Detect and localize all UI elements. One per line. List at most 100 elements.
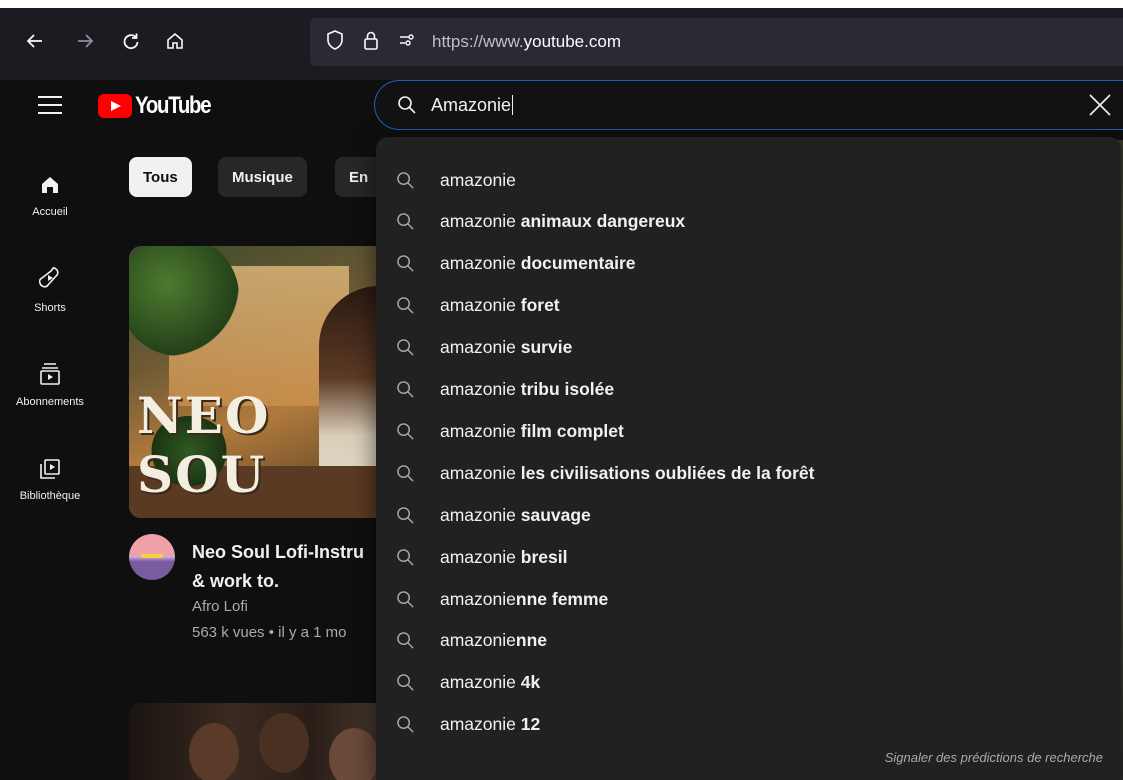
- suggestion-text: amazonie sauvage: [440, 505, 591, 526]
- youtube-logo[interactable]: YouTube: [98, 92, 224, 120]
- search-icon: [397, 171, 414, 189]
- video-thumbnail[interactable]: NEO SOU: [129, 246, 389, 518]
- suggestion-item[interactable]: amazonienne femme: [376, 579, 1121, 619]
- suggestion-text: amazonie: [440, 170, 516, 191]
- chip-all[interactable]: Tous: [129, 157, 192, 197]
- suggestion-item[interactable]: amazonie les civilisations oubliées de l…: [376, 453, 1121, 493]
- sidebar-item-label: Shorts: [34, 302, 66, 314]
- suggestion-text: amazonie documentaire: [440, 253, 636, 274]
- search-icon: [397, 423, 414, 440]
- search-icon: [397, 255, 414, 272]
- reload-button[interactable]: [116, 26, 146, 56]
- home-icon: [167, 32, 183, 49]
- search-icon: [397, 464, 414, 482]
- suggestion-base: amazonie: [440, 462, 521, 483]
- suggestion-text: amazonie 4k: [440, 672, 540, 693]
- suggestion-base: amazonie: [440, 253, 521, 274]
- suggestion-item[interactable]: amazonie animaux dangereux: [376, 202, 1121, 242]
- report-predictions-link[interactable]: Signaler des prédictions de recherche: [885, 750, 1103, 765]
- shorts-icon: [39, 266, 59, 288]
- suggestion-base: amazonie: [440, 211, 521, 232]
- suggestion-base: amazonie: [440, 588, 516, 609]
- forward-button[interactable]: [70, 26, 100, 56]
- chip-music[interactable]: Musique: [218, 157, 307, 197]
- sidebar-item-library[interactable]: Bibliothèque: [0, 458, 100, 502]
- menu-icon[interactable]: [38, 96, 62, 114]
- suggestion-text: amazonie 12: [440, 714, 540, 735]
- search-icon: [397, 506, 414, 524]
- suggestion-item[interactable]: amazonie film complet: [376, 411, 1121, 451]
- suggestion-item[interactable]: amazonie: [376, 160, 1121, 200]
- url-text[interactable]: https://www.youtube.com: [432, 32, 621, 52]
- search-icon: [397, 297, 414, 314]
- search-query[interactable]: Amazonie: [431, 95, 511, 116]
- permissions-icon[interactable]: [396, 31, 418, 54]
- suggestion-base: amazonie: [440, 672, 521, 693]
- suggestion-item[interactable]: amazonie bresil: [376, 537, 1121, 577]
- back-arrow-icon: [26, 34, 42, 48]
- suggestion-base: amazonie: [440, 546, 521, 567]
- video-title-line: Neo Soul Lofi-Instru: [192, 542, 364, 562]
- url-prefix: https://www.: [432, 32, 524, 51]
- search-input[interactable]: Amazonie: [374, 80, 1123, 130]
- suggestion-completion: animaux dangereux: [520, 211, 686, 232]
- search-icon: [397, 674, 414, 691]
- suggestion-base: amazonie: [440, 295, 521, 316]
- suggestion-text: amazonienne: [440, 630, 547, 651]
- suggestion-completion: survie: [520, 337, 573, 358]
- search-icon: [397, 381, 414, 398]
- suggestion-base: amazonie: [440, 337, 521, 358]
- lock-icon[interactable]: [360, 30, 382, 55]
- video-title[interactable]: Neo Soul Lofi-Instru & work to.: [192, 538, 392, 596]
- video-title-line: & work to.: [192, 571, 280, 591]
- suggestion-completion: film complet: [520, 420, 624, 441]
- sidebar-item-subscriptions[interactable]: Abonnements: [0, 362, 100, 408]
- suggestion-item[interactable]: amazonie 12: [376, 705, 1121, 745]
- suggestion-text: amazonie film complet: [440, 421, 624, 442]
- suggestion-item[interactable]: amazonie foret: [376, 286, 1121, 326]
- video-meta: 563 k vues • il y a 1 mo: [192, 624, 347, 641]
- suggestion-text: amazonie animaux dangereux: [440, 211, 685, 232]
- url-bar[interactable]: https://www.youtube.com: [310, 18, 1123, 66]
- suggestion-item[interactable]: amazonie sauvage: [376, 495, 1121, 535]
- shield-icon[interactable]: [324, 29, 346, 55]
- search-icon: [397, 548, 414, 566]
- suggestion-item[interactable]: amazonienne: [376, 621, 1121, 661]
- suggestion-base: amazonie: [440, 714, 521, 735]
- suggestion-text: amazonie les civilisations oubliées de l…: [440, 463, 814, 484]
- sidebar-item-label: Abonnements: [16, 396, 84, 408]
- sidebar-item-label: Bibliothèque: [19, 490, 81, 502]
- window-edge: [0, 0, 1123, 8]
- suggestion-item[interactable]: amazonie 4k: [376, 663, 1121, 703]
- search-icon: [397, 590, 414, 608]
- suggestion-text: amazonie bresil: [440, 547, 567, 568]
- home-button[interactable]: [160, 26, 190, 56]
- suggestion-text: amazonienne femme: [440, 589, 608, 610]
- youtube-play-icon: [98, 94, 132, 118]
- forward-arrow-icon: [78, 34, 94, 48]
- suggestion-completion: sauvage: [520, 504, 591, 525]
- search-icon: [397, 339, 414, 356]
- search-icon: [398, 96, 416, 114]
- reload-icon: [123, 33, 139, 50]
- thumbnail-text: NEO SOU: [137, 386, 271, 504]
- sidebar-item-home[interactable]: Accueil: [0, 174, 100, 218]
- suggestion-text: amazonie tribu isolée: [440, 379, 614, 400]
- video-thumbnail[interactable]: [129, 703, 389, 780]
- avatar[interactable]: [129, 534, 175, 580]
- suggestion-completion: foret: [520, 295, 560, 316]
- sidebar-item-shorts[interactable]: Shorts: [0, 266, 100, 314]
- search-icon: [397, 213, 414, 230]
- back-button[interactable]: [20, 26, 50, 56]
- channel-name[interactable]: Afro Lofi: [192, 598, 248, 615]
- suggestion-completion: 12: [520, 714, 541, 735]
- suggestion-completion: les civilisations oubliées de la forêt: [520, 462, 815, 483]
- suggestion-item[interactable]: amazonie tribu isolée: [376, 370, 1121, 410]
- suggestion-item[interactable]: amazonie survie: [376, 328, 1121, 368]
- suggestion-completion: nne: [515, 630, 548, 651]
- suggestion-completion: documentaire: [520, 253, 636, 274]
- suggestion-item[interactable]: amazonie documentaire: [376, 244, 1121, 284]
- close-icon[interactable]: [1087, 92, 1113, 118]
- suggestion-completion: nne femme: [515, 588, 609, 609]
- suggestion-text: amazonie survie: [440, 337, 572, 358]
